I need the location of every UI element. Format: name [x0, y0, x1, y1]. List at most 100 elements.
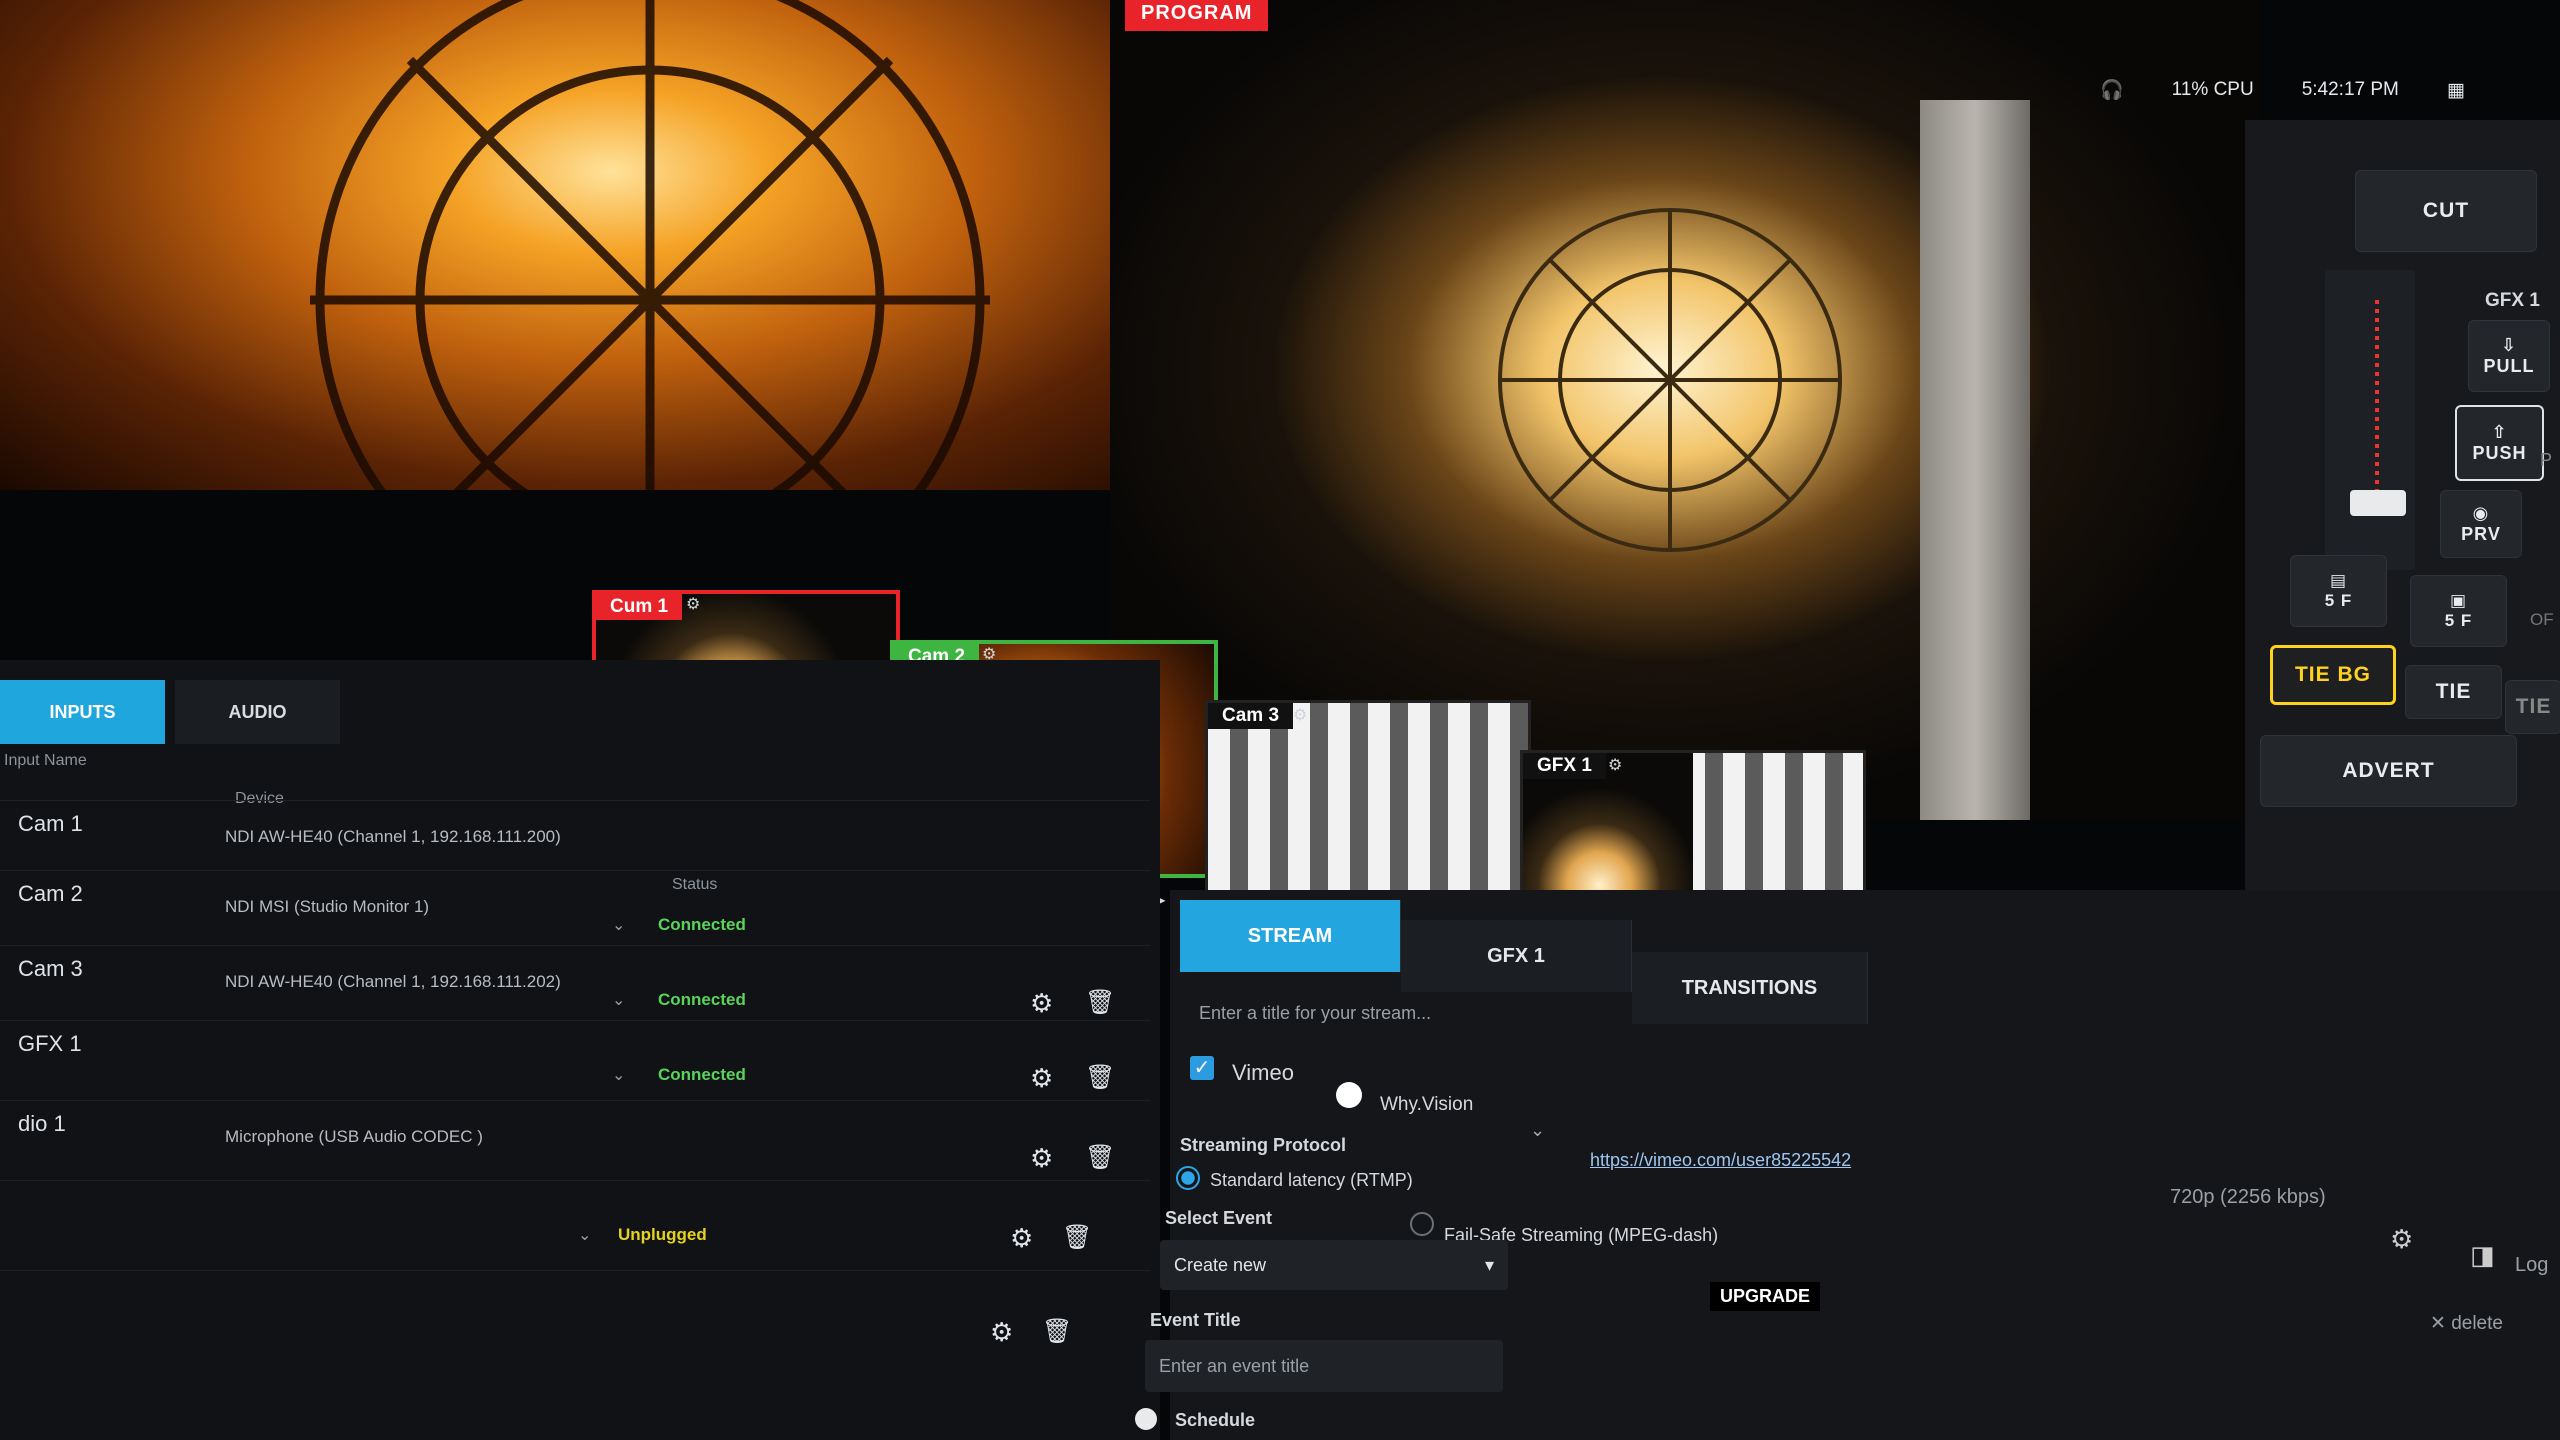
- status-badge: Unplugged: [618, 1225, 707, 1244]
- fader-track: [2375, 300, 2379, 490]
- trash-icon[interactable]: 🗑: [1042, 1317, 1072, 1346]
- input-name: Cam 3: [18, 956, 83, 981]
- input-device: NDI AW-HE40 (Channel 1, 192.168.111.200): [225, 827, 561, 846]
- advert-label: ADVERT: [2342, 759, 2435, 782]
- vimeo-checkbox[interactable]: ✓: [1190, 1056, 1214, 1080]
- tie-button[interactable]: TIE: [2405, 665, 2502, 719]
- tab-gfx[interactable]: GFX 1: [1401, 920, 1632, 992]
- prv-label: PRV: [2461, 524, 2501, 544]
- input-name: Cam 2: [18, 881, 83, 906]
- arrow-up-icon: ⇧: [2491, 422, 2508, 442]
- rtmp-label: Standard latency (RTMP): [1210, 1170, 1413, 1190]
- tie-extra-button[interactable]: TIE: [2505, 680, 2560, 734]
- tie-bg-label: TIE BG: [2294, 663, 2371, 686]
- prv-button[interactable]: ◉ PRV: [2440, 490, 2522, 558]
- input-row-cam-1[interactable]: Cam 1 NDI AW-HE40 (Channel 1, 192.168.11…: [0, 800, 1150, 875]
- trash-icon[interactable]: 🗑: [1062, 1223, 1092, 1252]
- chevron-down-icon[interactable]: ⌄: [1530, 1120, 1545, 1141]
- gear-icon[interactable]: ⚙: [990, 1317, 1013, 1348]
- event-title-input[interactable]: Enter an event title: [1145, 1340, 1503, 1392]
- trash-icon[interactable]: 🗑: [1085, 1063, 1115, 1092]
- push-label: PUSH: [2472, 443, 2527, 463]
- headphones-icon[interactable]: 🎧: [2100, 78, 2124, 102]
- channel-url-link[interactable]: https://vimeo.com/user85225542: [1590, 1150, 1851, 1171]
- cpu-readout: 11% CPU: [2171, 79, 2254, 100]
- spotlight-image: [1498, 208, 1842, 552]
- status-badge: Connected: [658, 915, 746, 934]
- platform-label: Vimeo: [1232, 1060, 1294, 1085]
- tab-stream[interactable]: STREAM: [1180, 900, 1401, 972]
- gear-icon[interactable]: ⚙: [1010, 1223, 1033, 1254]
- caret-down-icon: ▾: [1484, 1254, 1494, 1275]
- multiview-label: Cum 1: [596, 594, 683, 620]
- event-title-label: Event Title: [1150, 1310, 1241, 1330]
- preview-monitor[interactable]: [0, 0, 1110, 490]
- gear-icon[interactable]: ⚙: [1030, 1143, 1053, 1174]
- quality-select[interactable]: 720p (2256 kbps): [2170, 1186, 2326, 1209]
- transition-fader[interactable]: [2325, 270, 2415, 570]
- layout-icon[interactable]: ▦: [2447, 79, 2465, 102]
- protocol-label: Streaming Protocol: [1180, 1135, 1347, 1155]
- gear-icon[interactable]: ⚙: [1293, 705, 1307, 725]
- cut-label: CUT: [2422, 199, 2470, 222]
- wall-panel: [1920, 100, 2030, 820]
- event-select[interactable]: Create new ▾: [1160, 1240, 1508, 1290]
- inputs-tabs: INPUTS AUDIO: [0, 680, 340, 752]
- tie-bg-button[interactable]: TIE BG: [2270, 645, 2396, 705]
- input-name: Cam 1: [18, 811, 83, 836]
- tab-audio[interactable]: AUDIO: [175, 680, 340, 744]
- schedule-toggle[interactable]: [1135, 1408, 1157, 1430]
- delete-button[interactable]: ✕ delete: [2430, 1312, 2503, 1335]
- status-badge: Connected: [658, 990, 746, 1009]
- gear-icon[interactable]: ⚙: [1608, 755, 1622, 775]
- upgrade-badge[interactable]: UPGRADE: [1710, 1282, 1821, 1311]
- chevron-down-icon[interactable]: ⌄: [612, 1065, 625, 1085]
- input-row-cam-3[interactable]: Cam 3 NDI AW-HE40 (Channel 1, 192.168.11…: [0, 945, 1150, 1020]
- chevron-down-icon[interactable]: ⌄: [612, 990, 625, 1010]
- pull-button[interactable]: ⇩ PULL: [2468, 320, 2550, 392]
- bg-frames-button[interactable]: ▤ 5 F: [2290, 555, 2387, 627]
- trash-icon[interactable]: 🗑: [1085, 988, 1115, 1017]
- gfx-frames-button[interactable]: ▣ 5 F: [2410, 575, 2507, 647]
- select-event-label: Select Event: [1165, 1208, 1273, 1228]
- input-row-audio-2[interactable]: ⌄ Unplugged ⚙ 🗑: [0, 1180, 1150, 1255]
- fader-handle[interactable]: [2350, 490, 2406, 516]
- gear-icon[interactable]: ⚙: [1030, 1063, 1053, 1094]
- tab-inputs[interactable]: INPUTS: [0, 680, 165, 744]
- status-badge: Connected: [658, 1065, 746, 1084]
- input-device: Microphone (USB Audio CODEC ): [225, 1127, 483, 1146]
- chevron-down-icon[interactable]: ⌄: [612, 915, 625, 935]
- stream-title-input[interactable]: Enter a title for your stream...: [1185, 990, 1833, 1036]
- tie-label: TIE: [2435, 680, 2472, 703]
- tab-inputs-label: INPUTS: [49, 701, 116, 722]
- push-button[interactable]: ⇧ PUSH: [2455, 405, 2544, 481]
- log-label[interactable]: Log: [2515, 1254, 2548, 1277]
- chevron-down-icon[interactable]: ⌄: [578, 1225, 591, 1245]
- log-panel-icon[interactable]: ◨: [2470, 1240, 2495, 1271]
- tab-gfx-label: GFX 1: [1487, 944, 1545, 967]
- input-row-cam-2[interactable]: Cam 2 NDI MSI (Studio Monitor 1) ⌄ Conne…: [0, 870, 1150, 945]
- rtmp-radio[interactable]: [1176, 1166, 1200, 1190]
- input-row-audio-1[interactable]: dio 1 Microphone (USB Audio CODEC ) ⚙ 🗑: [0, 1100, 1150, 1175]
- program-monitor[interactable]: [1110, 0, 2260, 820]
- lamp-cage-image: [310, 0, 990, 490]
- account-avatar: [1336, 1082, 1362, 1108]
- gear-icon[interactable]: ⚙: [1030, 988, 1053, 1019]
- account-name[interactable]: Why.Vision: [1380, 1094, 1473, 1116]
- cut-button[interactable]: CUT: [2355, 170, 2537, 252]
- tab-audio-label: AUDIO: [228, 701, 287, 722]
- input-row-empty[interactable]: ⚙ 🗑: [0, 1270, 1150, 1348]
- trash-icon[interactable]: 🗑: [1085, 1143, 1115, 1172]
- gfx-column-label: GFX 1: [2485, 290, 2540, 311]
- status-bar: 🎧 11% CPU 5:42:17 PM ▦: [2100, 70, 2465, 110]
- advert-button[interactable]: ADVERT: [2260, 735, 2517, 807]
- input-row-gfx-1[interactable]: GFX 1 ⌄ Connected ⚙ 🗑: [0, 1020, 1150, 1095]
- tie-extra-label: TIE: [2515, 695, 2552, 718]
- partial-label-p: P: [2540, 450, 2553, 470]
- event-select-value: Create new: [1174, 1254, 1267, 1275]
- gear-icon[interactable]: ⚙: [2390, 1224, 2413, 1255]
- overlay-icon: ▣: [2449, 591, 2468, 610]
- gear-icon[interactable]: ⚙: [686, 594, 700, 614]
- input-device: NDI MSI (Studio Monitor 1): [225, 897, 430, 916]
- dash-radio[interactable]: [1410, 1212, 1434, 1236]
